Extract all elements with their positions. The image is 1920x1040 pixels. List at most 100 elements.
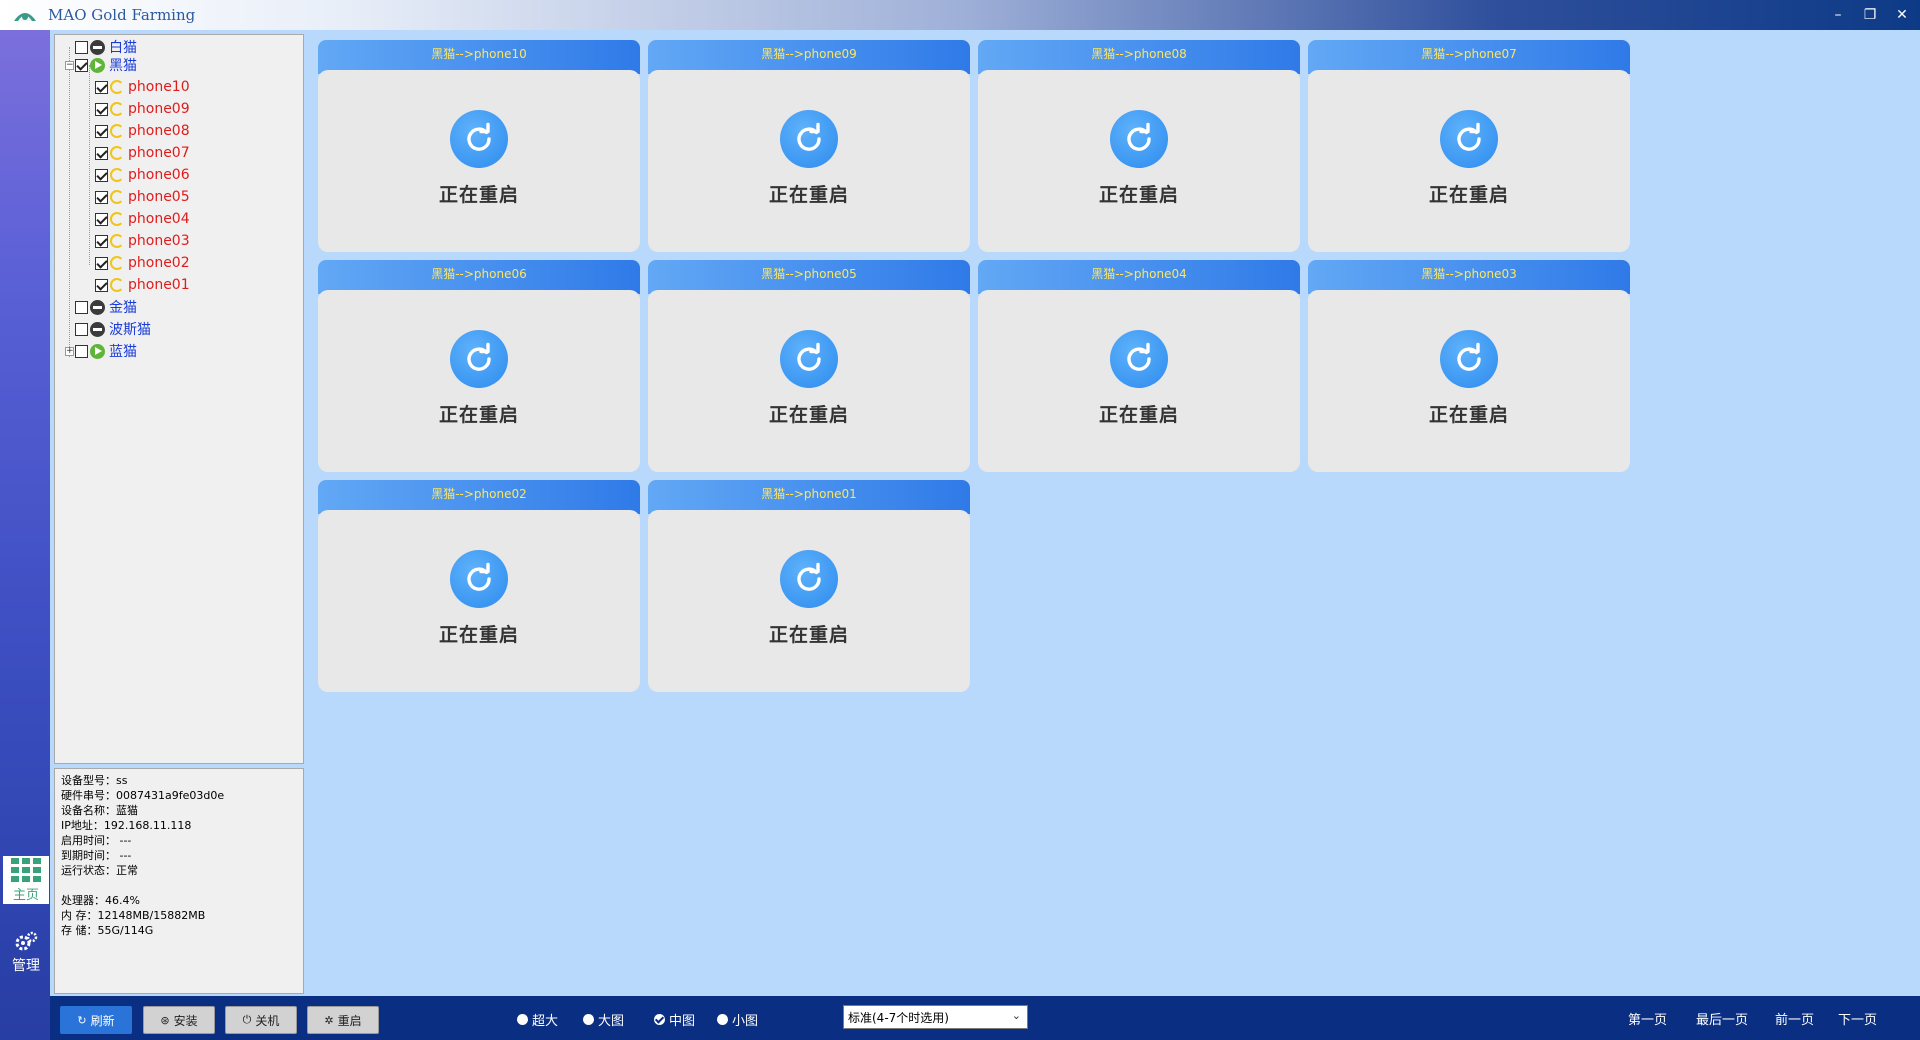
device-card[interactable]: 黑猫-->phone06 正在重启 bbox=[318, 260, 640, 472]
tree-device-item[interactable]: phone03 bbox=[95, 231, 190, 251]
device-card[interactable]: 黑猫-->phone04 正在重启 bbox=[978, 260, 1300, 472]
radio-label: 大图 bbox=[598, 1014, 625, 1029]
view-size-medium[interactable]: 中图 bbox=[654, 1010, 695, 1029]
tree-device-item[interactable]: phone06 bbox=[95, 165, 190, 185]
tree-group-item[interactable]: 黑猫 bbox=[75, 55, 137, 75]
tree-checkbox[interactable] bbox=[95, 80, 108, 94]
card-title: 黑猫-->phone05 bbox=[648, 260, 970, 294]
card-status: 正在重启 bbox=[438, 624, 519, 646]
reload-icon bbox=[1110, 330, 1168, 388]
running-status-icon bbox=[90, 343, 105, 359]
reload-icon bbox=[1110, 110, 1168, 168]
app-logo-icon bbox=[14, 13, 36, 21]
card-body: 正在重启 bbox=[648, 70, 970, 252]
radio-dot[interactable] bbox=[654, 1014, 665, 1025]
device-card[interactable]: 黑猫-->phone09 正在重启 bbox=[648, 40, 970, 252]
device-card[interactable]: 黑猫-->phone07 正在重启 bbox=[1308, 40, 1630, 252]
nav-home-label: 主页 bbox=[12, 888, 39, 903]
radio-dot[interactable] bbox=[583, 1014, 594, 1025]
card-status: 正在重启 bbox=[438, 404, 519, 426]
nav-home[interactable]: 主页 bbox=[3, 856, 49, 904]
reload-icon bbox=[450, 330, 508, 388]
tree-device-item[interactable]: phone01 bbox=[95, 275, 190, 295]
next-page-link[interactable]: 下一页 bbox=[1838, 1009, 1877, 1028]
tree-device-item[interactable]: phone07 bbox=[95, 143, 190, 163]
view-size-xlarge[interactable]: 超大 bbox=[517, 1010, 558, 1029]
tree-device-item[interactable]: phone05 bbox=[95, 187, 190, 207]
view-size-large[interactable]: 大图 bbox=[583, 1010, 624, 1029]
card-title: 黑猫-->phone10 bbox=[318, 40, 640, 74]
restore-button[interactable]: ❐ bbox=[1858, 4, 1882, 26]
tree-device-label: phone01 bbox=[128, 277, 190, 293]
reboot-button[interactable]: ✲ 重启 bbox=[307, 1006, 379, 1034]
tree-checkbox[interactable] bbox=[95, 102, 108, 116]
tree-group-label: 黑猫 bbox=[109, 58, 137, 74]
reload-icon bbox=[780, 330, 838, 388]
tree-device-label: phone09 bbox=[128, 101, 190, 117]
tree-checkbox[interactable] bbox=[95, 212, 108, 226]
tree-device-item[interactable]: phone08 bbox=[95, 121, 190, 141]
tree-group-item[interactable]: 白猫 bbox=[75, 37, 137, 57]
install-button[interactable]: ⊛ 安装 bbox=[143, 1006, 215, 1034]
tree-checkbox[interactable] bbox=[75, 300, 88, 314]
tree-checkbox[interactable] bbox=[95, 190, 108, 204]
tree-device-item[interactable]: phone04 bbox=[95, 209, 190, 229]
radio-dot[interactable] bbox=[717, 1014, 728, 1025]
device-card[interactable]: 黑猫-->phone05 正在重启 bbox=[648, 260, 970, 472]
device-card[interactable]: 黑猫-->phone02 正在重启 bbox=[318, 480, 640, 692]
tree-checkbox[interactable] bbox=[95, 124, 108, 138]
info-device-name: 设备名称：蓝猫 bbox=[61, 804, 138, 817]
tree-group-item[interactable]: 蓝猫 bbox=[75, 341, 137, 361]
device-card[interactable]: 黑猫-->phone08 正在重启 bbox=[978, 40, 1300, 252]
tree-connector bbox=[89, 65, 90, 265]
tree-device-label: phone04 bbox=[128, 211, 190, 227]
nav-manage[interactable]: 管理 bbox=[3, 928, 49, 978]
install-label: 安装 bbox=[173, 1013, 198, 1028]
tree-group-label: 金猫 bbox=[109, 300, 137, 316]
info-ip: IP地址：192.168.11.118 bbox=[61, 819, 192, 832]
collapse-icon[interactable]: − bbox=[65, 61, 74, 70]
prev-page-link[interactable]: 前一页 bbox=[1775, 1009, 1814, 1028]
reload-icon bbox=[1440, 330, 1498, 388]
tree-checkbox[interactable] bbox=[75, 322, 88, 336]
tree-checkbox[interactable] bbox=[95, 234, 108, 248]
first-page-link[interactable]: 第一页 bbox=[1628, 1009, 1667, 1028]
tree-checkbox[interactable] bbox=[75, 344, 88, 358]
card-title: 黑猫-->phone08 bbox=[978, 40, 1300, 74]
tree-checkbox[interactable] bbox=[95, 146, 108, 160]
loading-status-icon bbox=[110, 80, 124, 94]
device-card[interactable]: 黑猫-->phone10 正在重启 bbox=[318, 40, 640, 252]
shutdown-button[interactable]: ⏻ 关机 bbox=[225, 1006, 297, 1034]
tree-checkbox[interactable] bbox=[95, 168, 108, 182]
tree-device-label: phone03 bbox=[128, 233, 190, 249]
tree-checkbox[interactable] bbox=[75, 58, 88, 72]
device-card-grid: 黑猫-->phone10 正在重启 黑猫-->phone09 正在重启 黑猫--… bbox=[318, 40, 1908, 990]
minimize-button[interactable]: – bbox=[1826, 4, 1850, 26]
tree-group-item[interactable]: 金猫 bbox=[75, 297, 137, 317]
last-page-link[interactable]: 最后一页 bbox=[1696, 1009, 1748, 1028]
device-info-panel: 设备型号：ss 硬件串号：0087431a9fe03d0e 设备名称：蓝猫 IP… bbox=[54, 768, 304, 994]
tree-device-item[interactable]: phone09 bbox=[95, 99, 190, 119]
view-size-small[interactable]: 小图 bbox=[717, 1010, 758, 1029]
info-memory: 内 存：12148MB/15882MB bbox=[61, 909, 206, 922]
tree-group-item[interactable]: 波斯猫 bbox=[75, 319, 151, 339]
tree-device-item[interactable]: phone02 bbox=[95, 253, 190, 273]
radio-label: 小图 bbox=[732, 1014, 759, 1029]
tree-checkbox[interactable] bbox=[75, 40, 88, 54]
radio-dot[interactable] bbox=[517, 1014, 528, 1025]
expand-icon[interactable]: + bbox=[65, 347, 74, 356]
tree-checkbox[interactable] bbox=[95, 256, 108, 270]
power-icon: ⏻ bbox=[242, 1013, 252, 1026]
layout-mode-select[interactable]: 标准(4-7个时选用) ⌄ bbox=[843, 1005, 1028, 1029]
info-cpu: 处理器：46.4% bbox=[61, 894, 140, 907]
tree-checkbox[interactable] bbox=[95, 278, 108, 292]
tree-device-item[interactable]: phone10 bbox=[95, 77, 190, 97]
close-button[interactable]: ✕ bbox=[1890, 4, 1914, 26]
card-title: 黑猫-->phone06 bbox=[318, 260, 640, 294]
device-card[interactable]: 黑猫-->phone01 正在重启 bbox=[648, 480, 970, 692]
install-icon: ⊛ bbox=[160, 1013, 170, 1027]
refresh-button[interactable]: ↻ 刷新 bbox=[60, 1006, 132, 1034]
card-body: 正在重启 bbox=[978, 290, 1300, 472]
device-card[interactable]: 黑猫-->phone03 正在重启 bbox=[1308, 260, 1630, 472]
